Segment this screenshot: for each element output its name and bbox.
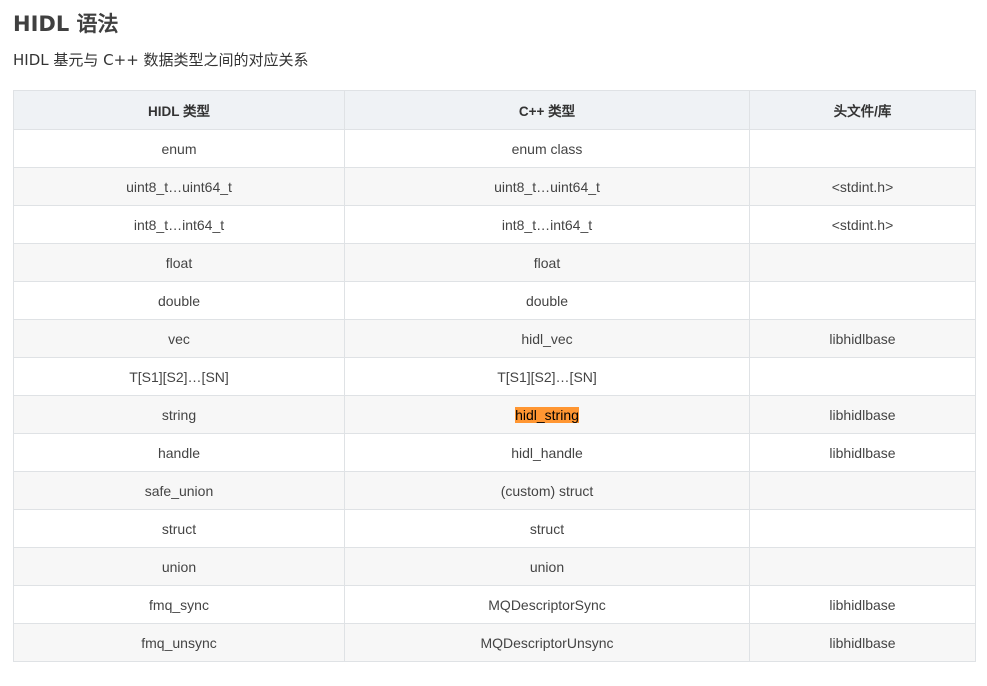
table-row: handle hidl_handle libhidlbase bbox=[13, 433, 976, 472]
table-body: enum enum class uint8_t…uint64_t uint8_t…ui… bbox=[13, 129, 976, 662]
header-library: 头文件/库 bbox=[749, 90, 976, 130]
cell-hidl-type: union bbox=[13, 547, 345, 586]
cell-library bbox=[749, 243, 976, 282]
cell-library bbox=[749, 471, 976, 510]
table-row: int8_t…int64_t int8_t…int64_t <stdint.h> bbox=[13, 205, 976, 244]
cell-cpp-type: union bbox=[344, 547, 750, 586]
cell-library: libhidlbase bbox=[749, 585, 976, 624]
cell-library: <stdint.h> bbox=[749, 167, 976, 206]
page-title: HIDL 语法 bbox=[13, 12, 119, 36]
cell-library bbox=[749, 509, 976, 548]
cell-library: libhidlbase bbox=[749, 623, 976, 662]
table-row: T[S1][S2]…[SN] T[S1][S2]…[SN] bbox=[13, 357, 976, 396]
cell-cpp-type: hidl_string bbox=[344, 395, 750, 434]
page-subtitle: HIDL 基元与 C++ 数据类型之间的对应关系 bbox=[13, 51, 309, 69]
table-row: fmq_unsync MQDescriptorUnsync libhidlbase bbox=[13, 623, 976, 662]
cell-hidl-type: int8_t…int64_t bbox=[13, 205, 345, 244]
cell-hidl-type: fmq_sync bbox=[13, 585, 345, 624]
header-hidl-type: HIDL 类型 bbox=[13, 90, 345, 130]
table-header-row: HIDL 类型 C++ 类型 头文件/库 bbox=[13, 90, 976, 130]
type-mapping-table: HIDL 类型 C++ 类型 头文件/库 enum enum class uint8… bbox=[13, 90, 976, 662]
cell-hidl-type: vec bbox=[13, 319, 345, 358]
cell-cpp-type: double bbox=[344, 281, 750, 320]
cell-library: libhidlbase bbox=[749, 395, 976, 434]
table-row: double double bbox=[13, 281, 976, 320]
cell-hidl-type: string bbox=[13, 395, 345, 434]
table-row: uint8_t…uint64_t uint8_t…uint64_t <stdint.… bbox=[13, 167, 976, 206]
cell-library: libhidlbase bbox=[749, 433, 976, 472]
table-row: union union bbox=[13, 547, 976, 586]
table-row: string hidl_string libhidlbase bbox=[13, 395, 976, 434]
page: HIDL 语法 HIDL 基元与 C++ 数据类型之间的对应关系 HIDL 类型… bbox=[0, 0, 987, 686]
table-row: fmq_sync MQDescriptorSync libhidlbase bbox=[13, 585, 976, 624]
cell-hidl-type: uint8_t…uint64_t bbox=[13, 167, 345, 206]
cell-library bbox=[749, 357, 976, 396]
cell-cpp-type: MQDescriptorUnsync bbox=[344, 623, 750, 662]
cell-library bbox=[749, 547, 976, 586]
cell-cpp-type: uint8_t…uint64_t bbox=[344, 167, 750, 206]
search-highlight: hidl_string bbox=[515, 406, 579, 423]
cell-cpp-type: struct bbox=[344, 509, 750, 548]
cell-library bbox=[749, 281, 976, 320]
cell-cpp-type: int8_t…int64_t bbox=[344, 205, 750, 244]
cell-cpp-type: hidl_vec bbox=[344, 319, 750, 358]
cell-hidl-type: handle bbox=[13, 433, 345, 472]
cell-cpp-type: enum class bbox=[344, 129, 750, 168]
table-row: safe_union (custom) struct bbox=[13, 471, 976, 510]
cell-cpp-type: (custom) struct bbox=[344, 471, 750, 510]
cell-hidl-type: T[S1][S2]…[SN] bbox=[13, 357, 345, 396]
cell-hidl-type: fmq_unsync bbox=[13, 623, 345, 662]
cell-cpp-type: MQDescriptorSync bbox=[344, 585, 750, 624]
cell-cpp-type: hidl_handle bbox=[344, 433, 750, 472]
cell-library: <stdint.h> bbox=[749, 205, 976, 244]
cell-cpp-type: T[S1][S2]…[SN] bbox=[344, 357, 750, 396]
cell-hidl-type: enum bbox=[13, 129, 345, 168]
header-cpp-type: C++ 类型 bbox=[344, 90, 750, 130]
cell-cpp-type: float bbox=[344, 243, 750, 282]
cell-hidl-type: float bbox=[13, 243, 345, 282]
cell-hidl-type: double bbox=[13, 281, 345, 320]
table-row: struct struct bbox=[13, 509, 976, 548]
cell-library bbox=[749, 129, 976, 168]
table-row: float float bbox=[13, 243, 976, 282]
cell-library: libhidlbase bbox=[749, 319, 976, 358]
cell-hidl-type: safe_union bbox=[13, 471, 345, 510]
table-row: enum enum class bbox=[13, 129, 976, 168]
table-row: vec hidl_vec libhidlbase bbox=[13, 319, 976, 358]
cell-hidl-type: struct bbox=[13, 509, 345, 548]
